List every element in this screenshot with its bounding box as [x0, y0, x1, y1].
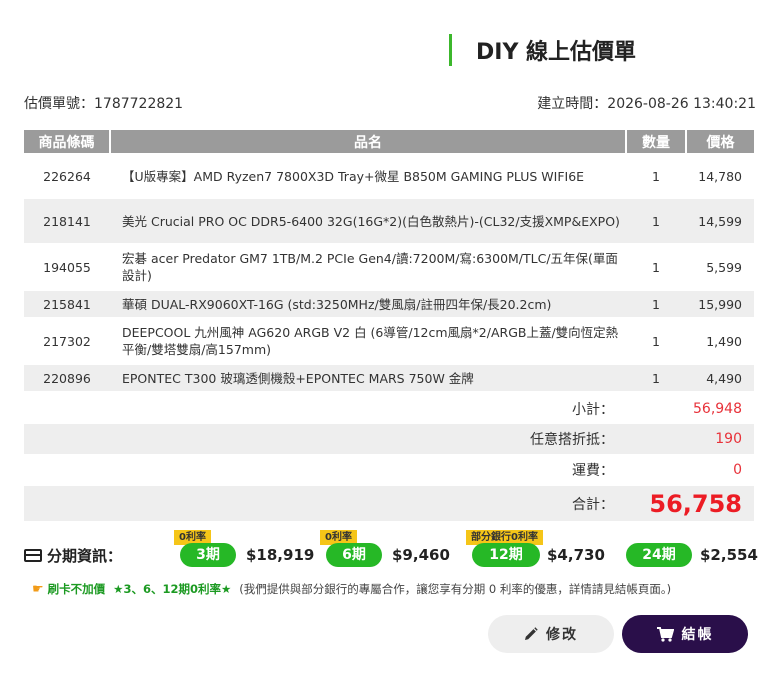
item-name: 宏碁 acer Predator GM7 1TB/M.2 PCIe Gen4/讀…: [122, 251, 618, 283]
total-row: 合計： 56,758: [24, 486, 754, 521]
term-pill: 24期: [626, 543, 692, 567]
subtotal-row: 小計： 56,948: [24, 394, 754, 424]
plan-amount: $2,554: [700, 546, 758, 564]
item-price: 14,599: [686, 199, 754, 243]
item-name: DEEPCOOL 九州風神 AG620 ARGB V2 白 (6導管/12cm風…: [122, 325, 619, 357]
table-row: 218141 美光 Crucial PRO OC DDR5-6400 32G(1…: [24, 199, 754, 243]
item-name: 美光 Crucial PRO OC DDR5-6400 32G(16G*2)(白…: [110, 199, 626, 243]
edit-button-label: 修改: [546, 627, 578, 643]
table-row: 220896 EPONTEC T300 玻璃透側機殼+EPONTEC MARS …: [24, 365, 754, 391]
page-title-block: DIY 線上估價單: [449, 34, 636, 66]
checkout-button[interactable]: 結帳: [622, 615, 748, 653]
item-code: 194055: [43, 259, 91, 275]
discount-label: 任意搭折抵：: [530, 432, 614, 448]
item-name: EPONTEC T300 玻璃透側機殼+EPONTEC MARS 750W 金牌: [110, 365, 626, 391]
table-header-row: 商品條碼 品名 數量 價格: [24, 130, 754, 153]
header-code: 商品條碼: [24, 130, 111, 153]
checkout-button-label: 結帳: [681, 627, 714, 643]
item-qty: 1: [626, 199, 686, 243]
pencil-icon: [525, 627, 538, 640]
item-name: 華碩 DUAL-RX9060XT-16G (std:3250MHz/雙風扇/註冊…: [110, 291, 626, 317]
item-code: 217302: [43, 333, 91, 349]
item-price: 14,780: [698, 168, 742, 184]
quote-meta: 估價單號：1787722821 建立時間：2026-08-26 13:40:21: [24, 93, 756, 113]
total-value: 56,758: [649, 489, 742, 518]
plan-amount: $4,730: [547, 546, 605, 564]
item-price: 5,599: [706, 259, 742, 275]
header-name: 品名: [110, 130, 627, 153]
installment-section: 分期資訊： 0利率 3期 $18,919 0利率 6期 $9,460 部分銀行0…: [24, 530, 758, 570]
item-name: 【U版專案】AMD Ryzen7 7800X3D Tray+微星 B850M G…: [122, 168, 585, 184]
shipping-row: 運費： 0: [24, 455, 754, 485]
header-qty: 數量: [626, 130, 687, 153]
item-qty: 1: [652, 333, 660, 349]
term-pill: 6期: [326, 543, 382, 567]
table-row: 226264 【U版專案】AMD Ryzen7 7800X3D Tray+微星 …: [24, 153, 754, 199]
pointing-hand-icon: ☛: [32, 581, 44, 597]
item-qty: 1: [652, 259, 660, 275]
item-qty: 1: [652, 168, 660, 184]
term-pill: 3期: [180, 543, 236, 567]
item-code: 215841: [24, 291, 110, 317]
installment-label: 分期資訊：: [47, 546, 123, 565]
subtotal-label: 小計：: [572, 402, 614, 418]
promo-highlight: ★3、6、12期0利率★: [113, 582, 232, 596]
discount-value: 190: [715, 431, 742, 447]
table-row: 215841 華碩 DUAL-RX9060XT-16G (std:3250MHz…: [24, 291, 754, 317]
cart-icon: [656, 626, 674, 642]
promo-card: 刷卡不加價: [47, 582, 106, 596]
item-price: 15,990: [686, 291, 754, 317]
edit-button[interactable]: 修改: [488, 615, 614, 653]
promo-text: (我們提供與部分銀行的專屬合作，讓您享有分期 0 利率的優惠，詳情請見結帳頁面。…: [239, 582, 672, 596]
item-qty: 1: [626, 291, 686, 317]
header-price: 價格: [686, 130, 754, 153]
promo-line: ☛ 刷卡不加價 ★3、6、12期0利率★ (我們提供與部分銀行的專屬合作，讓您享…: [32, 581, 671, 597]
item-code: 220896: [24, 365, 110, 391]
installment-label-block: 分期資訊：: [24, 545, 174, 566]
quote-number: 估價單號：1787722821: [24, 96, 184, 112]
shipping-label: 運費：: [572, 463, 614, 479]
table-row: 194055 宏碁 acer Predator GM7 1TB/M.2 PCIe…: [24, 243, 754, 291]
plan-amount: $9,460: [392, 546, 450, 564]
plan-amount: $18,919: [246, 546, 315, 564]
title-accent-bar: [449, 34, 452, 66]
shipping-value: 0: [733, 462, 742, 478]
table-row: 217302 DEEPCOOL 九州風神 AG620 ARGB V2 白 (6導…: [24, 317, 754, 365]
page-title: DIY 線上估價單: [476, 40, 637, 65]
item-qty: 1: [626, 365, 686, 391]
item-code: 218141: [24, 199, 110, 243]
subtotal-value: 56,948: [693, 401, 742, 417]
items-table: 商品條碼 品名 數量 價格 226264 【U版專案】AMD Ryzen7 78…: [24, 130, 754, 391]
total-label: 合計：: [572, 496, 614, 513]
credit-card-icon: [24, 548, 42, 562]
term-pill: 12期: [472, 543, 540, 567]
item-code: 226264: [43, 168, 91, 184]
created-time: 建立時間：2026-08-26 13:40:21: [537, 96, 756, 112]
item-price: 1,490: [706, 333, 742, 349]
item-price: 4,490: [686, 365, 754, 391]
discount-row: 任意搭折抵： 190: [24, 424, 754, 454]
